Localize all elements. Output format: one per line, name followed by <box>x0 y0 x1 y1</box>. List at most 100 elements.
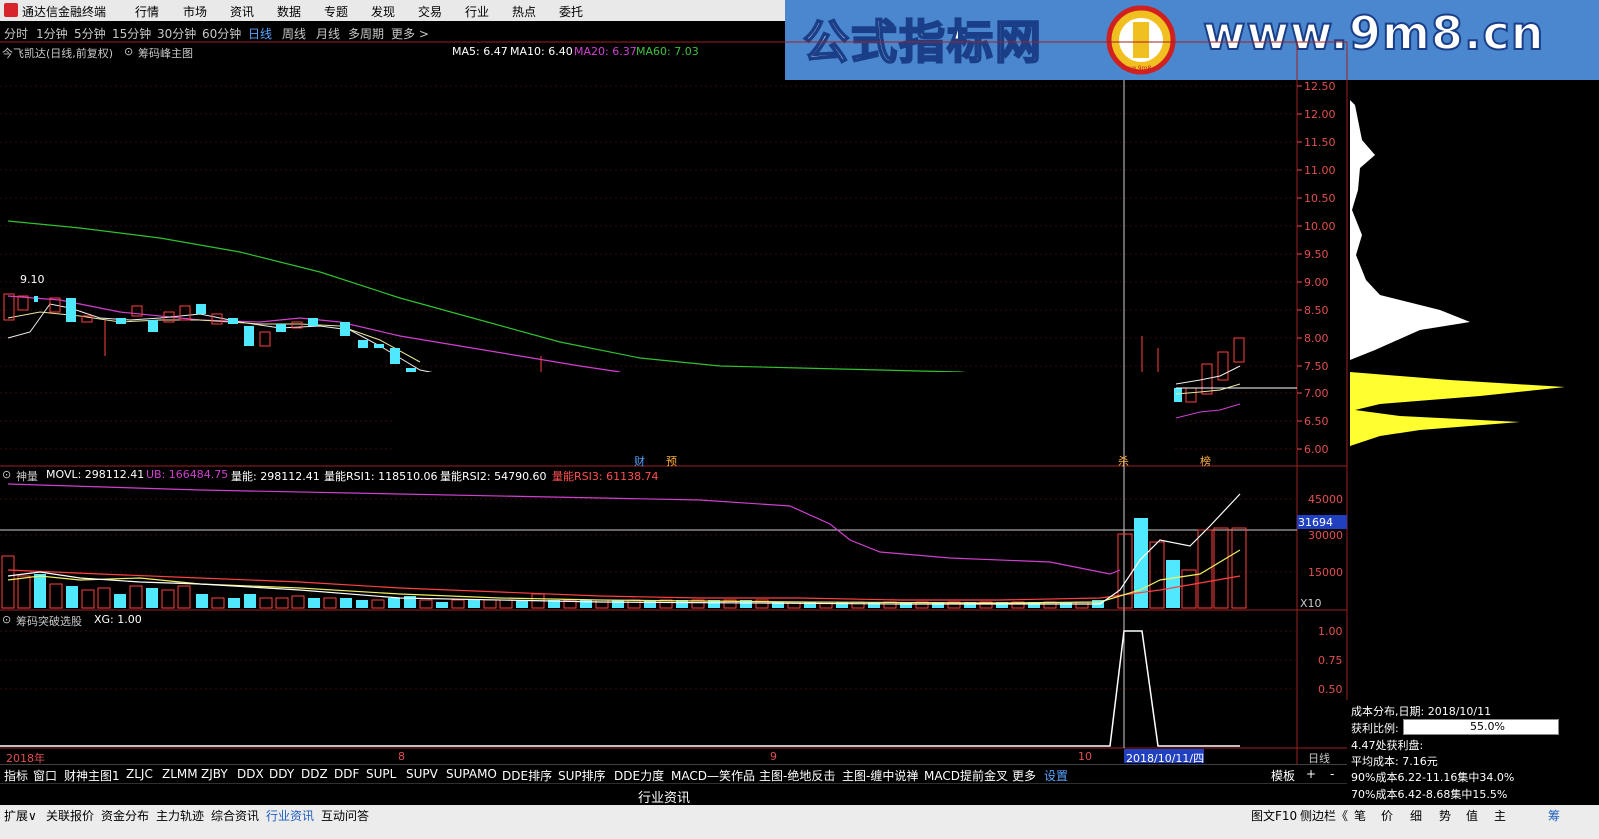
indicator-tab[interactable]: 窗口 <box>33 767 57 784</box>
indicator-tab[interactable]: DDE排序 <box>502 767 552 784</box>
cost-90: 90%成本6.22-11.16集中34.0% <box>1351 771 1515 784</box>
time-axis-label: 10 <box>1078 750 1092 763</box>
ma60-label: MA60: 7.03 <box>636 45 699 58</box>
ma20-line <box>7 295 621 373</box>
profit-ratio-bar: 55.0% <box>1403 719 1559 735</box>
ma5-line-recent <box>1175 365 1241 385</box>
price-label: 11.00 <box>1304 164 1336 177</box>
indicator-name[interactable]: 筹码峰主图 <box>138 45 193 61</box>
side-icon[interactable]: 笔 <box>1354 807 1366 824</box>
indicator-tab[interactable]: 主图-绝地反击 <box>759 767 835 784</box>
event-mark[interactable]: 杀 <box>1118 453 1129 469</box>
signal-axis-label: 0.50 <box>1318 683 1343 696</box>
ma60-line <box>7 220 981 375</box>
volume-axis-label: 45000 <box>1308 493 1343 506</box>
expand-button[interactable]: 扩展∨ <box>4 807 37 824</box>
price-label: 9.50 <box>1304 248 1329 261</box>
indicator-tab-more[interactable]: 更多 <box>1012 767 1036 784</box>
ma5-label: MA5: 6.47 <box>452 45 508 58</box>
price-label: 10.00 <box>1304 220 1336 233</box>
ub-label: UB: 166484.75 <box>146 468 229 481</box>
toggle-icon[interactable]: ⊙ <box>124 45 133 58</box>
volume-bars <box>1 518 1247 609</box>
indicator-tab[interactable]: DDE力度 <box>614 767 664 784</box>
event-mark[interactable]: 预 <box>666 453 677 469</box>
status-tab[interactable]: 综合资讯 <box>211 807 259 824</box>
add-button[interactable]: + <box>1306 767 1316 781</box>
avg-cost: 平均成本: 7.16元 <box>1351 755 1438 768</box>
price-label: 11.50 <box>1304 136 1336 149</box>
side-icon[interactable]: 主 <box>1494 807 1506 824</box>
indicator-tab[interactable]: SUP排序 <box>558 767 606 784</box>
side-icon[interactable]: 价 <box>1381 807 1393 824</box>
signal-indicator-name[interactable]: 筹码突破选股 <box>16 613 82 629</box>
template-button[interactable]: 模板 <box>1271 767 1295 784</box>
price-label: 6.50 <box>1304 415 1329 428</box>
side-icon[interactable]: 细 <box>1410 807 1422 824</box>
indicator-tab[interactable]: DDX <box>237 767 264 781</box>
movl-label: MOVL: 298112.41 <box>46 468 145 481</box>
volume-rsi3-label: 量能RSI3: 61138.74 <box>552 470 659 483</box>
indicator-tab[interactable]: 指标 <box>4 767 28 784</box>
indicator-tab[interactable]: ZLJC <box>126 767 153 781</box>
price-label: 7.50 <box>1304 360 1329 373</box>
status-tab-active[interactable]: 行业资讯 <box>266 807 314 824</box>
remove-button[interactable]: - <box>1330 767 1334 781</box>
price-label: 6.00 <box>1304 443 1329 456</box>
event-mark[interactable]: 财 <box>634 453 645 469</box>
movl-line <box>7 493 1241 605</box>
status-tab[interactable]: 关联报价 <box>46 807 94 824</box>
price-label: 8.00 <box>1304 332 1329 345</box>
ma20-label: MA20: 6.37 <box>574 45 637 58</box>
indicator-tab[interactable]: 财神主图1 <box>64 767 120 784</box>
indicator-tab[interactable]: MACD—笑作品 <box>671 767 755 784</box>
status-tab[interactable]: 资金分布 <box>101 807 149 824</box>
volume-rsi3-line <box>7 569 1241 601</box>
volume-axis-label: 30000 <box>1308 529 1343 542</box>
chip-date: 成本分布,日期: 2018/10/11 <box>1351 705 1492 718</box>
volume-unit: X10 <box>1300 597 1322 610</box>
toggle-icon[interactable]: ⊙ <box>2 468 11 481</box>
volume-rsi1-label: 量能RSI1: 118510.06 <box>324 470 438 483</box>
indicator-tab-bar: 指标 窗口 财神主图1 ZLJC ZLMM ZJBY DDX DDY DDZ D… <box>0 764 1347 784</box>
chip-info-panel: 成本分布,日期: 2018/10/11 获利比例: 55.0% 4.47处获利盘… <box>1347 700 1599 805</box>
ma10-label: MA10: 6.40 <box>510 45 573 58</box>
price-label: 12.50 <box>1304 80 1336 93</box>
indicator-tab[interactable]: DDF <box>334 767 359 781</box>
time-axis-label: 8 <box>398 750 405 763</box>
volume-rsi2-line <box>7 549 1241 604</box>
status-tab[interactable]: 互动问答 <box>321 807 369 824</box>
toggle-icon[interactable]: ⊙ <box>2 613 11 626</box>
settings-tab[interactable]: 设置 <box>1044 767 1068 784</box>
price-label: 10.50 <box>1304 192 1336 205</box>
indicator-tab[interactable]: MACD提前金叉 <box>924 767 1008 784</box>
indicator-tab[interactable]: ZLMM <box>162 767 198 781</box>
indicator-tab[interactable]: DDY <box>269 767 294 781</box>
indicator-tab[interactable]: SUPV <box>406 767 438 781</box>
side-icon[interactable]: 势 <box>1439 807 1451 824</box>
profit-value: 55.0% <box>1470 720 1505 733</box>
indicator-tab[interactable]: SUPAMO <box>446 767 497 781</box>
volume-rsi2-label: 量能RSI2: 54790.60 <box>440 470 547 483</box>
side-icon-active[interactable]: 筹 <box>1548 807 1560 824</box>
price-label: 9.00 <box>1304 276 1329 289</box>
news-label[interactable]: 行业资讯 <box>638 787 690 806</box>
signal-value: XG: 1.00 <box>94 613 142 626</box>
indicator-tab[interactable]: ZJBY <box>201 767 228 781</box>
indicator-tab[interactable]: DDZ <box>301 767 328 781</box>
event-mark[interactable]: 榜 <box>1200 453 1211 469</box>
signal-axis-label: 1.00 <box>1318 625 1343 638</box>
side-icon[interactable]: 值 <box>1466 807 1478 824</box>
price-label: 12.00 <box>1304 108 1336 121</box>
profit-label: 获利比例: <box>1351 722 1399 735</box>
status-bar: 扩展∨ 关联报价 资金分布 主力轨迹 综合资讯 行业资讯 互动问答 图文F10 … <box>0 805 1599 839</box>
status-tab[interactable]: 主力轨迹 <box>156 807 204 824</box>
profit-price: 4.47处获利盘: <box>1351 739 1424 752</box>
indicator-tab[interactable]: SUPL <box>366 767 396 781</box>
indicator-tab[interactable]: 主图-缠中说禅 <box>842 767 918 784</box>
volume-indicator-name[interactable]: 神量 <box>16 468 38 484</box>
sidebar-toggle[interactable]: 侧边栏《 <box>1300 807 1348 824</box>
f10-button[interactable]: 图文F10 <box>1251 807 1297 824</box>
volume-highlight-value: 31694 <box>1298 516 1333 529</box>
cost-70: 70%成本6.42-8.68集中15.5% <box>1351 788 1508 801</box>
